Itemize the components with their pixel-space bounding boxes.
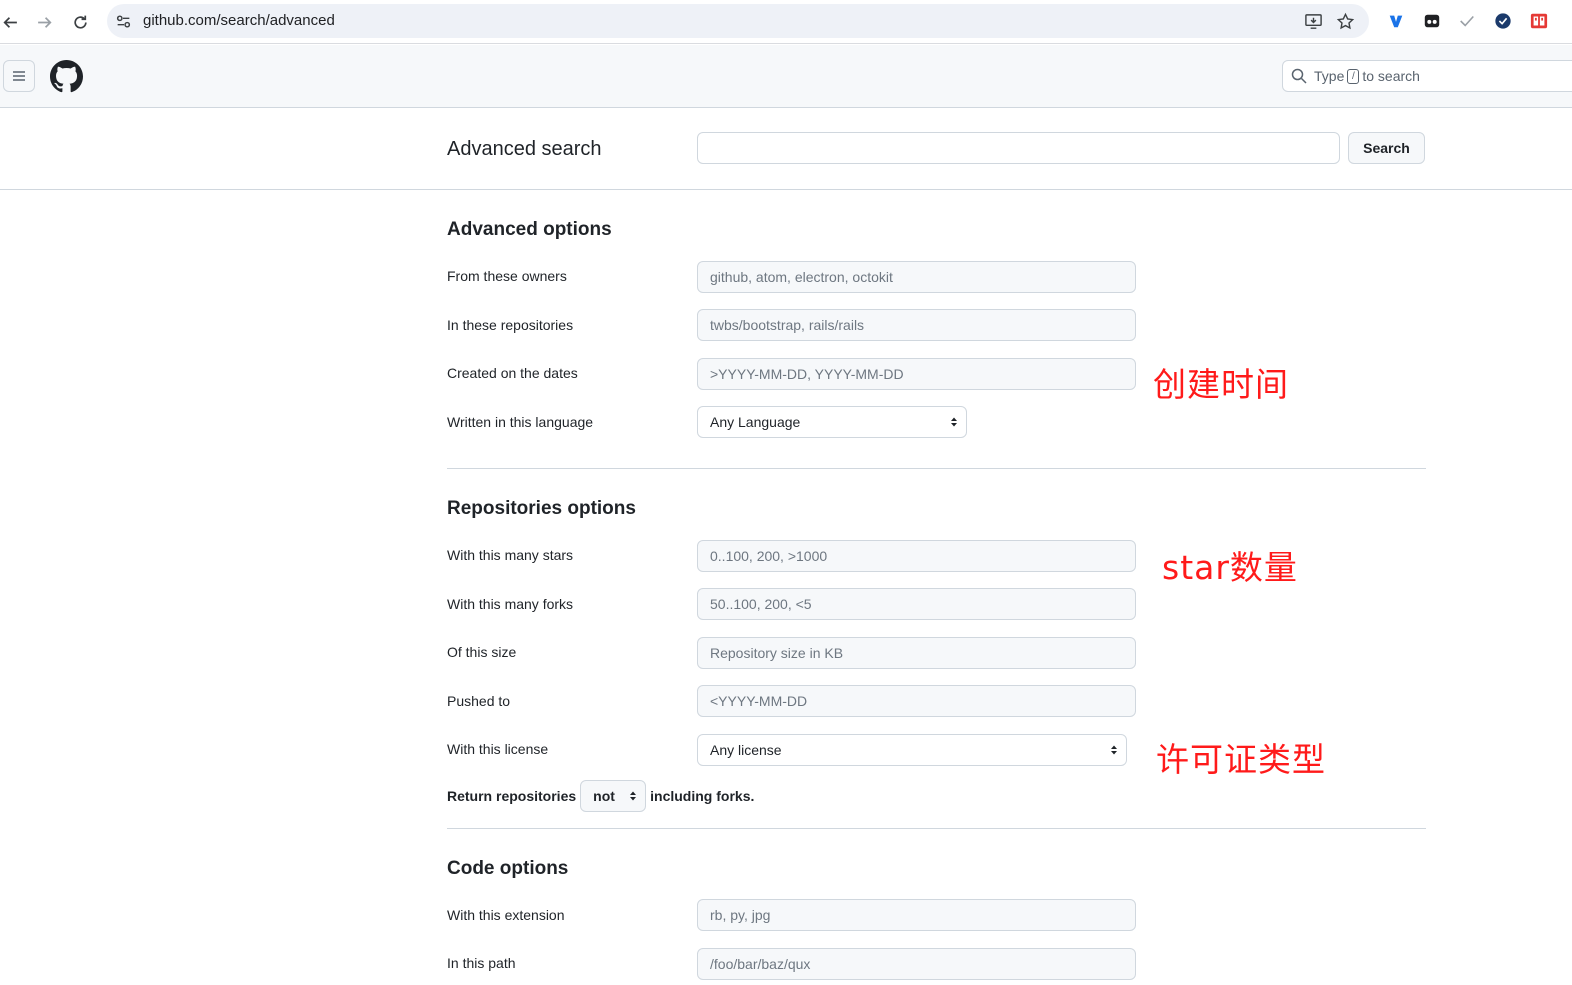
arrow-left-icon: [2, 16, 17, 28]
url-text: github.com/search/advanced: [143, 12, 335, 29]
github-logo-icon[interactable]: [50, 60, 83, 93]
section-divider: [447, 828, 1426, 829]
reload-button[interactable]: [66, 8, 94, 36]
reload-icon: [73, 15, 87, 29]
extension-check-icon[interactable]: [1457, 11, 1477, 31]
forks-include-select[interactable]: not: [580, 780, 647, 812]
select-caret-icon: [630, 791, 637, 801]
arrow-right-icon: [37, 16, 52, 28]
global-search-input[interactable]: Type / to search: [1282, 60, 1572, 92]
language-label: Written in this language: [447, 414, 594, 430]
page-title: Advanced search: [447, 138, 602, 160]
search-icon: [1291, 68, 1307, 84]
size-input[interactable]: Repository size in KB: [697, 637, 1136, 669]
return-prefix-text: Return repositories: [447, 788, 577, 804]
pushed-label: Pushed to: [447, 693, 511, 709]
section-divider: [447, 468, 1426, 469]
extension-input[interactable]: rb, py, jpg: [697, 899, 1136, 931]
back-button[interactable]: [0, 8, 24, 36]
license-label: With this license: [447, 741, 549, 757]
search-placeholder-prefix: Type: [1314, 68, 1345, 84]
browser-toolbar: github.com/search/advanced: [0, 0, 1572, 44]
extension-v-icon[interactable]: [1386, 11, 1406, 31]
path-input[interactable]: /foo/bar/baz/qux: [697, 948, 1136, 980]
license-select-value: Any license: [710, 742, 782, 758]
stars-input[interactable]: 0..100, 200, >1000: [697, 540, 1136, 572]
select-caret-icon: [1111, 745, 1117, 755]
forks-label: With this many forks: [447, 596, 574, 612]
extension-glasses-icon[interactable]: [1422, 11, 1442, 31]
annotation-star-count: star数量: [1162, 548, 1298, 587]
address-bar[interactable]: github.com/search/advanced: [107, 4, 1369, 38]
language-select[interactable]: Any Language: [697, 406, 967, 438]
language-select-value: Any Language: [710, 414, 801, 430]
forward-button[interactable]: [30, 8, 58, 36]
github-header: Type / to search: [0, 45, 1572, 108]
license-select[interactable]: Any license: [697, 734, 1127, 766]
stars-label: With this many stars: [447, 547, 574, 563]
return-forks-row: Return repositories not including forks.: [447, 780, 754, 812]
advanced-search-input[interactable]: [697, 132, 1340, 164]
search-button[interactable]: Search: [1348, 132, 1425, 164]
repositories-label: In these repositories: [447, 317, 574, 333]
search-placeholder-suffix: to search: [1362, 68, 1420, 84]
size-label: Of this size: [447, 644, 517, 660]
return-suffix-text: including forks.: [650, 788, 755, 804]
select-caret-icon: [951, 417, 957, 427]
extension-fe-icon[interactable]: [1529, 11, 1549, 31]
extension-checkcircle-icon[interactable]: [1493, 11, 1513, 31]
global-search-placeholder: Type / to search: [1314, 68, 1420, 84]
code-options-title: Code options: [447, 858, 569, 879]
hamburger-icon: [13, 71, 25, 81]
repositories-input[interactable]: twbs/bootstrap, rails/rails: [697, 309, 1136, 341]
path-label: In this path: [447, 955, 516, 971]
menu-button[interactable]: [3, 60, 35, 92]
created-dates-label: Created on the dates: [447, 365, 578, 381]
advanced-options-title: Advanced options: [447, 219, 612, 240]
extension-label: With this extension: [447, 907, 565, 923]
top-divider: [0, 189, 1572, 190]
bookmark-star-icon[interactable]: [1336, 12, 1355, 31]
repositories-options-title: Repositories options: [447, 498, 636, 519]
forks-include-value: not: [593, 788, 615, 804]
install-app-icon[interactable]: [1304, 12, 1323, 31]
owners-input[interactable]: github, atom, electron, octokit: [697, 261, 1136, 293]
forks-input[interactable]: 50..100, 200, <5: [697, 588, 1136, 620]
annotation-created-time: 创建时间: [1153, 365, 1289, 404]
pushed-input[interactable]: <YYYY-MM-DD: [697, 685, 1136, 717]
annotation-license-type: 许可证类型: [1156, 740, 1326, 779]
created-dates-input[interactable]: >YYYY-MM-DD, YYYY-MM-DD: [697, 358, 1136, 390]
owners-label: From these owners: [447, 268, 567, 284]
site-info-icon[interactable]: [115, 13, 132, 30]
search-shortcut-key: /: [1347, 68, 1360, 84]
